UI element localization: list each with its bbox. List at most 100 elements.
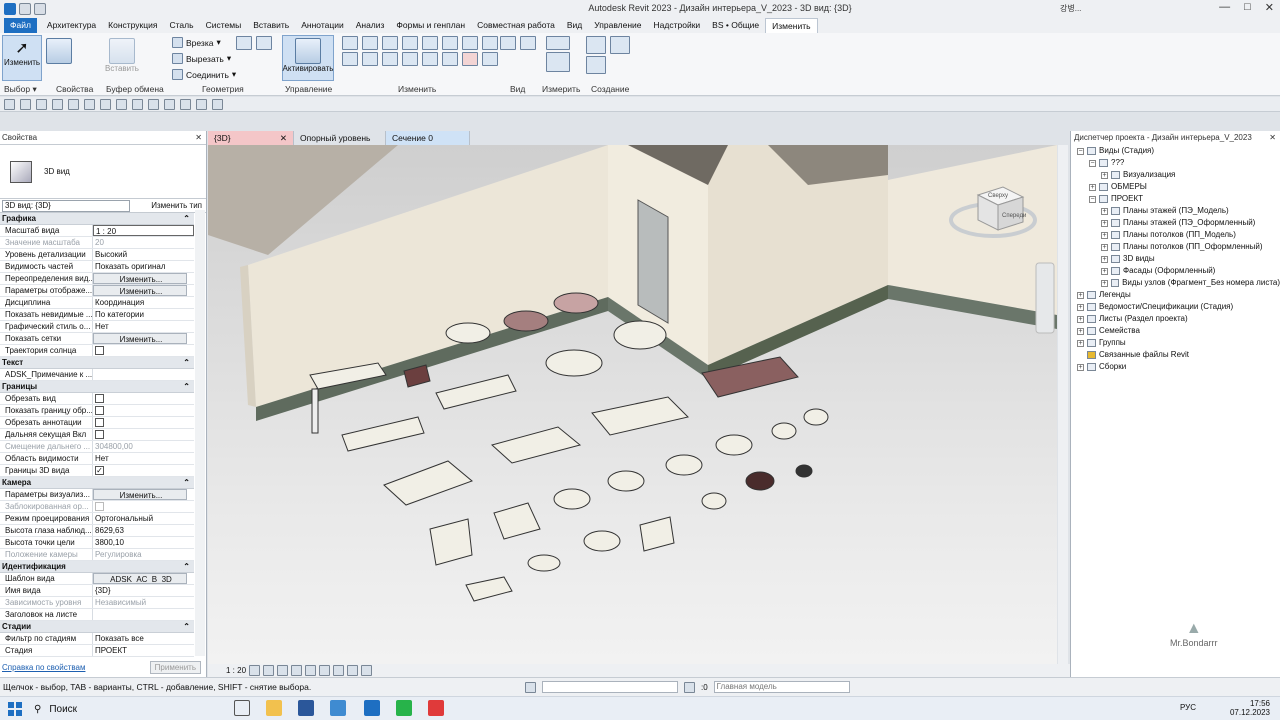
open-icon[interactable]	[19, 3, 31, 15]
round-table[interactable]	[583, 530, 621, 552]
tree-item[interactable]: + Планы потолков (ПП_Оформленный)	[1071, 241, 1280, 253]
oval-table[interactable]	[613, 320, 667, 350]
detail-level-icon[interactable]	[249, 665, 261, 676]
collapse-icon[interactable]: −	[1089, 159, 1096, 167]
tab-collaborate[interactable]: Совместная работа	[471, 18, 561, 33]
rectangular-table[interactable]	[591, 396, 689, 436]
view-cube-top-label[interactable]: Сверху	[988, 193, 1008, 199]
property-checkbox[interactable]	[95, 430, 104, 439]
tree-item[interactable]: Связанные файлы Revit	[1071, 349, 1280, 361]
tab-view-3d[interactable]: {3D} ✕	[208, 131, 294, 145]
app-icon[interactable]	[428, 700, 444, 716]
tab-manage[interactable]: Управление	[588, 18, 647, 33]
property-value[interactable]: 3800,10	[93, 537, 194, 548]
property-value[interactable]: Координация	[93, 297, 194, 308]
expand-icon[interactable]: +	[1101, 219, 1108, 227]
property-value[interactable]	[93, 429, 194, 440]
view-cube-front-label[interactable]: Спереди	[1002, 213, 1026, 219]
property-value[interactable]: Ортогональный	[93, 513, 194, 524]
expand-icon[interactable]: +	[1077, 327, 1084, 335]
property-checkbox[interactable]	[95, 502, 104, 511]
cut-button[interactable]: Вырезать ▾	[172, 53, 231, 64]
align-icon[interactable]	[342, 36, 358, 50]
property-value[interactable]: Нет	[93, 321, 194, 332]
desk[interactable]	[490, 426, 582, 464]
revit-logo-icon[interactable]	[4, 3, 16, 15]
sync-icon[interactable]	[36, 98, 47, 110]
tab-file[interactable]: Файл	[4, 18, 37, 33]
open-icon[interactable]	[4, 98, 15, 110]
expand-icon[interactable]: +	[1077, 339, 1084, 347]
property-value[interactable]: Нет	[93, 453, 194, 464]
tree-item[interactable]: + Легенды	[1071, 289, 1280, 301]
tree-item[interactable]: −???	[1071, 157, 1280, 169]
bench[interactable]	[465, 576, 513, 602]
desk[interactable]	[383, 460, 473, 506]
tree-item[interactable]: − ПРОЕКТ	[1071, 193, 1280, 205]
tab-insert[interactable]: Вставить	[247, 18, 295, 33]
print-icon[interactable]	[84, 98, 95, 110]
render-icon[interactable]	[305, 665, 317, 676]
windows-start-icon[interactable]	[8, 702, 22, 716]
property-value[interactable]: Показать оригинал	[93, 261, 194, 272]
drawer-unit[interactable]	[429, 518, 473, 566]
tree-item[interactable]: + Планы этажей (ПЭ_Оформленный)	[1071, 217, 1280, 229]
round-table[interactable]	[553, 488, 591, 510]
edit-type-button[interactable]: Изменить тип	[151, 201, 202, 210]
thin-lines-icon[interactable]	[180, 98, 191, 110]
round-table[interactable]	[607, 470, 645, 492]
close-icon[interactable]: ✕	[195, 131, 202, 144]
console-table[interactable]	[435, 374, 517, 410]
apply-button[interactable]: Применить	[149, 660, 201, 674]
tab-modify[interactable]: Изменить	[765, 18, 818, 33]
minimize-button[interactable]: —	[1219, 1, 1230, 14]
property-edit-button[interactable]: Изменить...	[93, 489, 187, 500]
property-edit-button[interactable]: Изменить...	[93, 333, 187, 344]
measure-icon[interactable]	[546, 36, 570, 50]
properties-group[interactable]: Камера ⌃	[0, 477, 194, 489]
tab-view-section[interactable]: Сечение 0	[386, 131, 470, 145]
undo-icon[interactable]	[52, 98, 63, 110]
close-icon[interactable]: ✕	[280, 131, 287, 145]
tree-item[interactable]: + Визуализация	[1071, 169, 1280, 181]
property-value[interactable]	[93, 609, 194, 620]
hide-icon[interactable]	[500, 36, 516, 50]
trim-icon[interactable]	[442, 36, 458, 50]
array-icon[interactable]	[482, 36, 498, 50]
taskbar-search[interactable]: ⚲ Поиск	[34, 700, 184, 718]
split-icon[interactable]	[422, 36, 438, 50]
close-button[interactable]: ✕	[1265, 1, 1274, 14]
properties-group[interactable]: Стадии ⌃	[0, 621, 194, 633]
tab-analyze[interactable]: Анализ	[350, 18, 391, 33]
activate-button[interactable]: Активировать	[282, 35, 334, 81]
3d-viewport[interactable]: Сверху Спереди	[208, 145, 1057, 664]
switch-windows-icon[interactable]	[212, 98, 223, 110]
sun-path-icon[interactable]	[277, 665, 289, 676]
tab-view[interactable]: Вид	[561, 18, 588, 33]
stool[interactable]	[803, 408, 829, 426]
property-value[interactable]: 304800,00	[93, 441, 194, 452]
property-value[interactable]	[93, 369, 194, 380]
properties-scrollbar[interactable]	[195, 210, 205, 656]
language-indicator[interactable]: РУС	[1180, 703, 1196, 712]
visual-style-icon[interactable]	[263, 665, 275, 676]
paste-button[interactable]: Вставить	[104, 35, 140, 79]
redo-icon[interactable]	[68, 98, 79, 110]
clock[interactable]: 17:56 07.12.2023	[1230, 699, 1270, 717]
show-crop-icon[interactable]	[333, 665, 345, 676]
properties-button[interactable]	[46, 35, 72, 79]
property-checkbox[interactable]	[95, 418, 104, 427]
lock-icon[interactable]	[347, 665, 359, 676]
workset-icon[interactable]	[525, 681, 536, 693]
round-table[interactable]	[665, 454, 703, 476]
expand-icon[interactable]: +	[1077, 315, 1084, 323]
hide-icon[interactable]	[361, 665, 373, 676]
workset-dropdown[interactable]	[542, 681, 678, 693]
nightstand[interactable]	[639, 516, 675, 552]
tree-item[interactable]: − Виды (Стадия)	[1071, 145, 1280, 157]
expand-icon[interactable]: +	[1077, 303, 1084, 311]
expand-icon[interactable]: +	[1101, 267, 1108, 275]
property-value[interactable]: Регулировка	[93, 549, 194, 560]
demilune-table[interactable]	[553, 292, 599, 314]
expand-icon[interactable]: +	[1101, 243, 1108, 251]
